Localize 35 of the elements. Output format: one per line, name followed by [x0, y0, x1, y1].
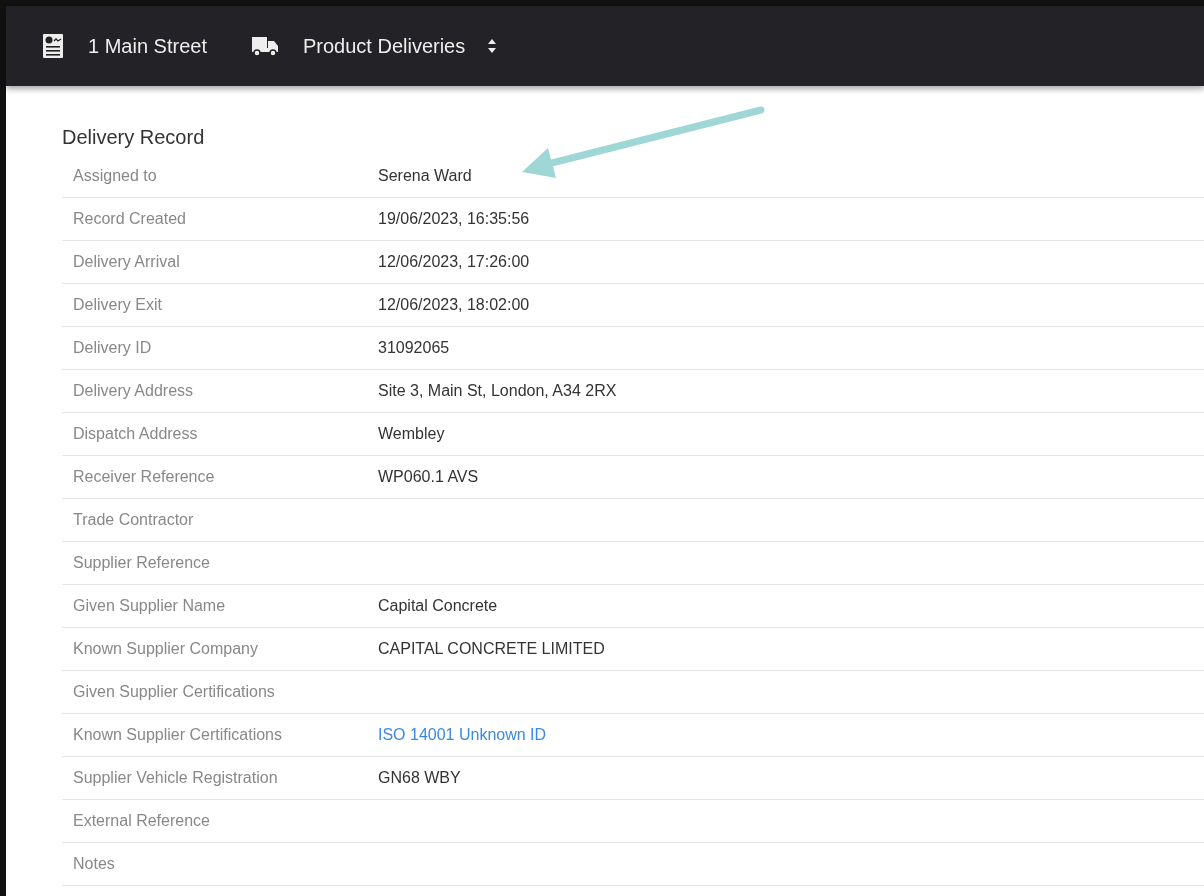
site-name[interactable]: 1 Main Street: [88, 34, 207, 58]
field-value: Site 3, Main St, London, A34 2RX: [378, 382, 617, 400]
field-label: Supplier Reference: [73, 554, 211, 572]
field-label: Given Supplier Name: [73, 597, 227, 615]
field-value: 12/06/2023, 17:26:00: [378, 253, 530, 271]
field-label: Known Supplier Certifications: [73, 726, 283, 744]
field-label: Delivery Address: [73, 382, 195, 400]
field-label: Given Supplier Certifications: [73, 683, 276, 701]
field-label: Trade Contractor: [73, 511, 195, 529]
field-value: 19/06/2023, 16:35:56: [378, 210, 530, 228]
field-label: Delivery Exit: [73, 296, 163, 314]
sort-icon[interactable]: [487, 37, 498, 55]
field-value: 31092065: [378, 339, 450, 357]
field-label: Assigned to: [73, 167, 158, 185]
field-value: Capital Concrete: [378, 597, 498, 615]
field-label: Supplier Vehicle Registration: [73, 769, 279, 787]
field-value: Serena Ward: [378, 167, 472, 185]
field-value: Wembley: [378, 425, 445, 443]
field-value: 12/06/2023, 18:02:00: [378, 296, 530, 314]
report-icon: [42, 33, 64, 59]
module-selector[interactable]: Product Deliveries: [302, 34, 466, 58]
field-label: Dispatch Address: [73, 425, 199, 443]
truck-icon: [250, 35, 279, 57]
field-label: Delivery Arrival: [73, 253, 181, 271]
field-value: WP060.1 AVS: [378, 468, 479, 486]
section-title: Delivery Record: [62, 126, 206, 149]
certification-link[interactable]: ISO 14001 Unknown ID: [378, 726, 547, 744]
field-label: External Reference: [73, 812, 211, 830]
field-label: Known Supplier Company: [73, 640, 259, 658]
field-label: Delivery ID: [73, 339, 153, 357]
field-value: GN68 WBY: [378, 769, 461, 787]
field-value: CAPITAL CONCRETE LIMITED: [378, 640, 605, 658]
field-label: Record Created: [73, 210, 187, 228]
field-label: Receiver Reference: [73, 468, 216, 486]
field-label: Notes: [73, 855, 116, 873]
